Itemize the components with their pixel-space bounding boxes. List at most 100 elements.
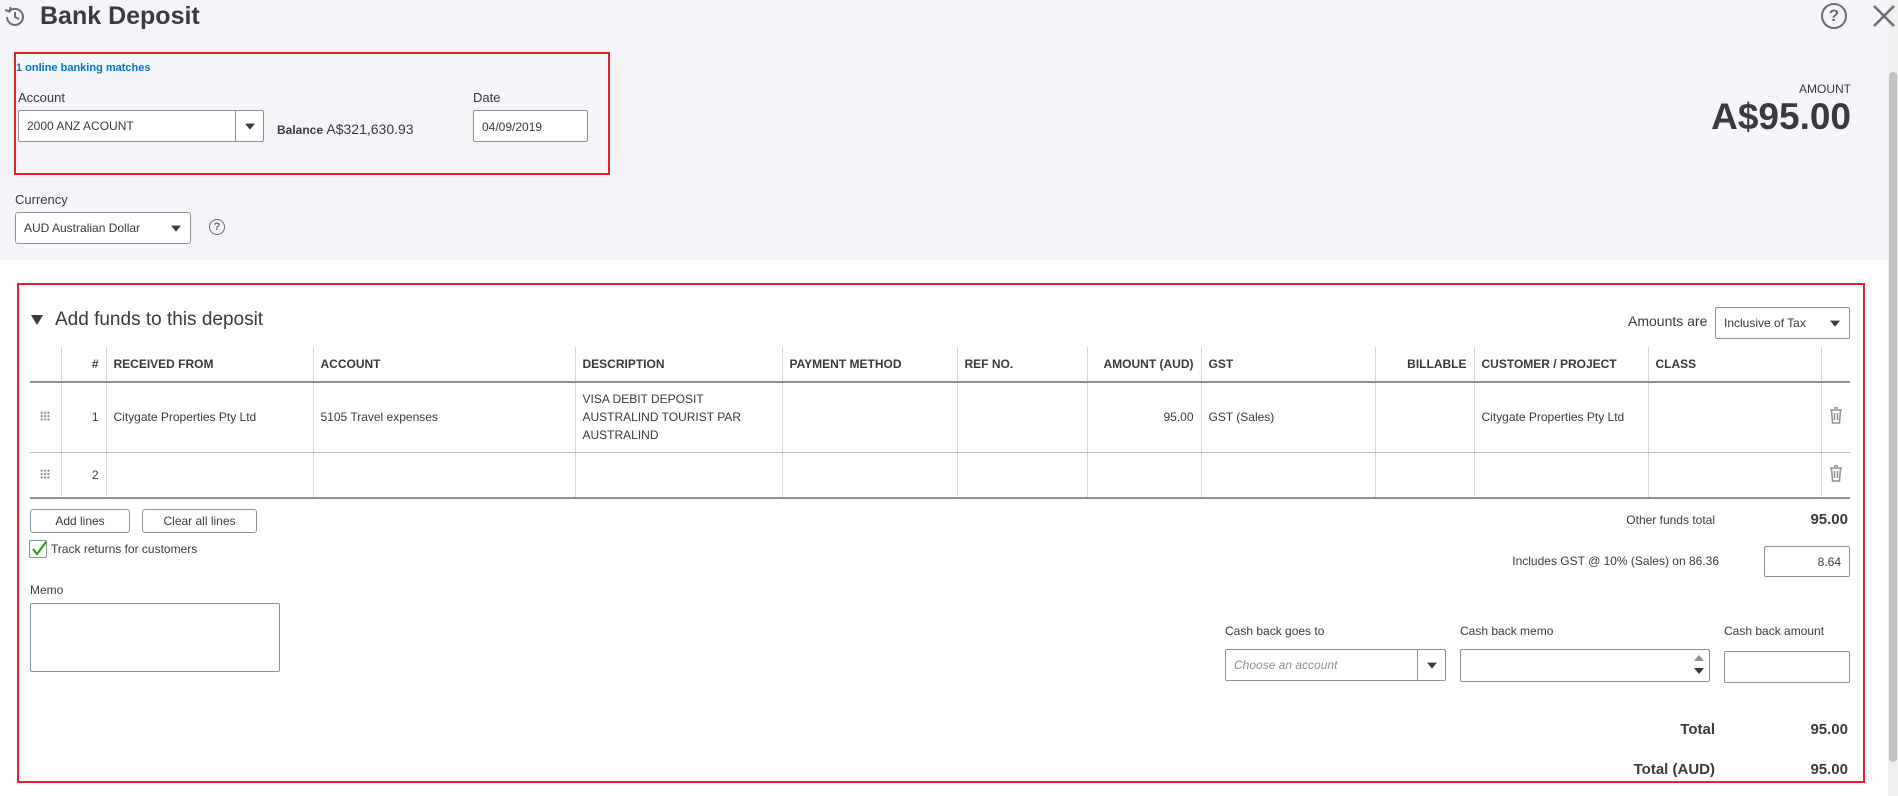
chevron-down-icon[interactable] xyxy=(1694,668,1704,674)
column-header-class: CLASS xyxy=(1647,347,1821,383)
chevron-up-icon[interactable] xyxy=(1694,655,1704,661)
account-select-value: 2000 ANZ ACOUNT xyxy=(27,119,134,133)
row-number: 2 xyxy=(60,452,106,499)
currency-help-icon[interactable]: ? xyxy=(209,219,225,235)
amount-label: AMOUNT xyxy=(1799,82,1851,96)
total-aud-value: 95.00 xyxy=(1810,761,1848,778)
cell-delete[interactable] xyxy=(1820,382,1850,453)
description-line: AUSTRALIND xyxy=(582,428,659,443)
cell-received-from[interactable]: Citygate Properties Pty Ltd xyxy=(105,382,313,453)
resize-stepper[interactable] xyxy=(1691,652,1707,679)
collapse-toggle-icon[interactable] xyxy=(31,315,43,325)
cell-ref-no[interactable] xyxy=(956,452,1087,499)
cell-billable[interactable] xyxy=(1374,382,1474,453)
section-title: Add funds to this deposit xyxy=(55,309,264,330)
online-banking-matches-link[interactable]: 1 online banking matches xyxy=(16,62,150,74)
page-title: Bank Deposit xyxy=(40,2,200,30)
cell-received-from[interactable] xyxy=(105,452,313,499)
line-items-table: # RECEIVED FROM ACCOUNT DESCRIPTION PAYM… xyxy=(30,347,1850,499)
account-select[interactable]: 2000 ANZ ACOUNT xyxy=(18,110,264,142)
column-header-ref-no: REF NO. xyxy=(956,347,1087,383)
scrollbar-thumb[interactable] xyxy=(1889,72,1897,762)
date-label: Date xyxy=(473,90,501,105)
cell-amount[interactable] xyxy=(1086,452,1201,499)
column-header-description: DESCRIPTION xyxy=(574,347,782,383)
column-header-received-from: RECEIVED FROM xyxy=(105,347,313,383)
close-icon[interactable] xyxy=(1870,2,1898,30)
cash-back-memo-label: Cash back memo xyxy=(1460,624,1554,638)
cash-back-account-select[interactable]: Choose an account xyxy=(1225,649,1446,681)
table-row[interactable]: 2 xyxy=(30,452,1850,499)
description-line: VISA DEBIT DEPOSIT xyxy=(582,392,704,407)
description-line: AUSTRALIND TOURIST PAR xyxy=(582,410,741,425)
amounts-are-label: Amounts are xyxy=(1628,313,1708,329)
cell-description[interactable]: VISA DEBIT DEPOSIT AUSTRALIND TOURIST PA… xyxy=(574,382,782,453)
column-header-billable: BILLABLE xyxy=(1374,347,1474,383)
currency-label: Currency xyxy=(15,192,68,207)
cash-back-account-placeholder: Choose an account xyxy=(1234,658,1338,672)
total-value: 95.00 xyxy=(1810,721,1848,738)
cell-delete[interactable] xyxy=(1820,452,1850,499)
cell-description[interactable] xyxy=(574,452,782,499)
cell-account[interactable] xyxy=(312,452,575,499)
checkmark-icon xyxy=(32,541,47,556)
history-icon[interactable] xyxy=(2,4,28,30)
cash-back-amount-input[interactable] xyxy=(1724,651,1850,683)
memo-textarea[interactable] xyxy=(30,603,280,672)
account-label: Account xyxy=(18,90,65,105)
column-header-payment-method: PAYMENT METHOD xyxy=(781,347,957,383)
currency-select[interactable]: AUD Australian Dollar xyxy=(15,212,191,244)
cell-customer-project[interactable]: Citygate Properties Pty Ltd xyxy=(1473,382,1648,453)
chevron-down-icon[interactable] xyxy=(162,213,190,243)
cell-class[interactable] xyxy=(1647,382,1821,453)
amounts-are-select[interactable]: Inclusive of Tax xyxy=(1715,307,1850,339)
column-header-amount: AMOUNT (AUD) xyxy=(1086,347,1201,383)
column-header-drag xyxy=(30,347,61,383)
chevron-down-icon[interactable] xyxy=(1821,308,1849,338)
date-value: 04/09/2019 xyxy=(482,120,543,134)
cell-customer-project[interactable] xyxy=(1473,452,1648,499)
column-header-customer-project: CUSTOMER / PROJECT xyxy=(1473,347,1648,383)
balance-label: Balance xyxy=(277,123,324,137)
cell-billable[interactable] xyxy=(1374,452,1474,499)
total-label: Total xyxy=(1680,721,1715,738)
gst-amount-input[interactable]: 8.64 xyxy=(1764,546,1850,577)
amounts-are-value: Inclusive of Tax xyxy=(1724,316,1806,330)
cell-class[interactable] xyxy=(1647,452,1821,499)
row-number: 1 xyxy=(60,382,106,453)
clear-all-lines-button[interactable]: Clear all lines xyxy=(142,509,257,533)
cell-account[interactable]: 5105 Travel expenses xyxy=(312,382,575,453)
trash-icon[interactable] xyxy=(1829,465,1843,482)
chevron-down-icon[interactable] xyxy=(235,111,263,141)
gst-summary-label: Includes GST @ 10% (Sales) on 86.36 xyxy=(1512,554,1719,568)
table-row[interactable]: 1 Citygate Properties Pty Ltd 5105 Trave… xyxy=(30,382,1850,453)
date-input[interactable]: 04/09/2019 xyxy=(473,110,588,142)
memo-label: Memo xyxy=(30,583,64,597)
track-returns-label[interactable]: Track returns for customers xyxy=(51,542,197,556)
cell-gst[interactable]: GST (Sales) xyxy=(1200,382,1375,453)
drag-handle-icon[interactable] xyxy=(30,382,61,453)
column-header-gst: GST xyxy=(1200,347,1375,383)
cell-payment-method[interactable] xyxy=(781,452,957,499)
table-header-row: # RECEIVED FROM ACCOUNT DESCRIPTION PAYM… xyxy=(30,347,1850,383)
add-lines-button[interactable]: Add lines xyxy=(30,509,130,533)
other-funds-total-label: Other funds total xyxy=(1626,513,1715,527)
chevron-down-icon[interactable] xyxy=(1417,650,1445,680)
balance-value: A$321,630.93 xyxy=(326,121,414,137)
column-header-actions xyxy=(1820,347,1850,383)
currency-select-value: AUD Australian Dollar xyxy=(24,221,141,235)
other-funds-total-value: 95.00 xyxy=(1810,511,1848,528)
cash-back-memo-input[interactable] xyxy=(1460,649,1710,682)
cell-ref-no[interactable] xyxy=(956,382,1087,453)
cell-gst[interactable] xyxy=(1200,452,1375,499)
drag-handle-icon[interactable] xyxy=(30,452,61,499)
balance-display: Balance A$321,630.93 xyxy=(277,121,414,137)
cell-amount[interactable]: 95.00 xyxy=(1086,382,1201,453)
trash-icon[interactable] xyxy=(1829,407,1843,424)
help-icon[interactable]: ? xyxy=(1821,3,1847,29)
column-header-num: # xyxy=(60,347,106,383)
cell-payment-method[interactable] xyxy=(781,382,957,453)
cash-back-amount-label: Cash back amount xyxy=(1724,624,1825,638)
total-aud-label: Total (AUD) xyxy=(1633,761,1715,778)
track-returns-checkbox[interactable] xyxy=(29,540,47,558)
